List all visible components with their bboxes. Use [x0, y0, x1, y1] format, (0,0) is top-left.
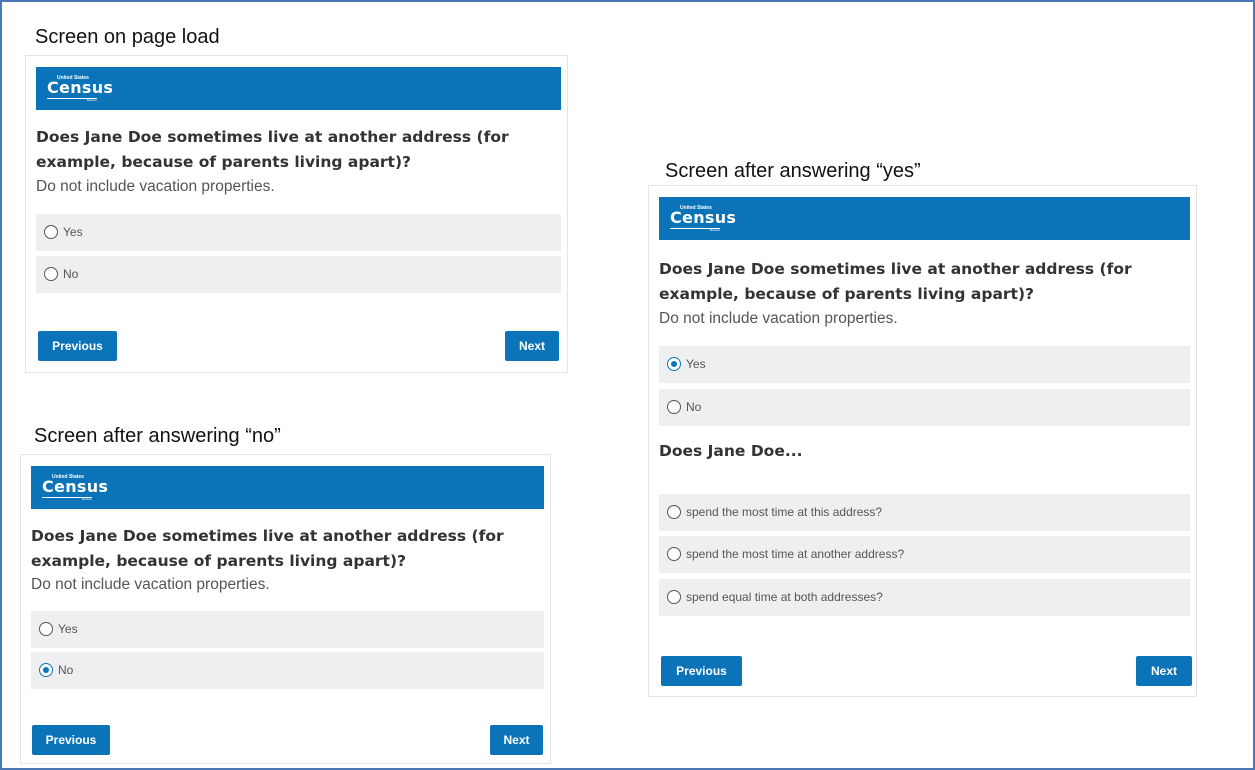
radio-yes-selected[interactable]	[667, 357, 681, 371]
hint-text: Do not include vacation properties.	[36, 178, 275, 195]
hint-text: Do not include vacation properties.	[659, 310, 898, 327]
radio-yes[interactable]	[39, 622, 53, 636]
followup-option-equal-time[interactable]: spend equal time at both addresses?	[659, 579, 1190, 616]
panel-answer-no: United States Census Bureau Does Jane Do…	[20, 454, 551, 764]
option-yes[interactable]: Yes	[31, 611, 544, 648]
next-button[interactable]: Next	[505, 331, 559, 361]
option-yes[interactable]: Yes	[659, 346, 1190, 383]
question-text: Does Jane Doe sometimes live at another …	[36, 128, 509, 171]
panel-page-load: United States Census Bureau Does Jane Do…	[25, 55, 568, 373]
followup-question: Does Jane Doe...	[659, 442, 803, 460]
option-no[interactable]: No	[659, 389, 1190, 426]
followup-option-label: spend equal time at both addresses?	[686, 590, 883, 604]
previous-button[interactable]: Previous	[32, 725, 110, 755]
caption-answer-yes: Screen after answering “yes”	[665, 160, 921, 182]
radio-no[interactable]	[44, 267, 58, 281]
logo-census: Census	[670, 208, 737, 227]
radio-no[interactable]	[667, 400, 681, 414]
logo-census: Census	[47, 78, 114, 97]
logo-bureau: Bureau	[82, 497, 92, 501]
option-no-label: No	[63, 267, 79, 281]
option-yes-label: Yes	[58, 622, 78, 636]
option-no[interactable]: No	[36, 256, 561, 293]
census-header: United States Census Bureau	[659, 197, 1190, 240]
question-text: Does Jane Doe sometimes live at another …	[31, 527, 504, 570]
next-button[interactable]: Next	[490, 725, 543, 755]
logo-census: Census	[42, 477, 109, 496]
option-no[interactable]: No	[31, 652, 544, 689]
radio-no-selected[interactable]	[39, 663, 53, 677]
followup-option-another-address[interactable]: spend the most time at another address?	[659, 536, 1190, 573]
census-header: United States Census Bureau	[36, 67, 561, 110]
option-no-label: No	[58, 663, 74, 677]
option-yes-label: Yes	[63, 225, 83, 239]
panel-answer-yes: United States Census Bureau Does Jane Do…	[648, 185, 1197, 697]
logo-bureau: Bureau	[710, 228, 720, 232]
census-logo: United States Census Bureau	[42, 472, 108, 502]
census-logo: United States Census Bureau	[47, 73, 113, 103]
radio-equal-time[interactable]	[667, 590, 681, 604]
radio-yes[interactable]	[44, 225, 58, 239]
previous-button[interactable]: Previous	[38, 331, 117, 361]
next-button[interactable]: Next	[1136, 656, 1192, 686]
question-text: Does Jane Doe sometimes live at another …	[659, 260, 1132, 303]
option-yes[interactable]: Yes	[36, 214, 561, 251]
census-header: United States Census Bureau	[31, 466, 544, 509]
caption-page-load: Screen on page load	[35, 26, 220, 48]
radio-this-address[interactable]	[667, 505, 681, 519]
logo-bureau: Bureau	[87, 98, 97, 102]
followup-option-label: spend the most time at another address?	[686, 547, 905, 561]
hint-text: Do not include vacation properties.	[31, 576, 270, 593]
census-logo: United States Census Bureau	[670, 203, 736, 233]
previous-button[interactable]: Previous	[661, 656, 742, 686]
option-yes-label: Yes	[686, 357, 706, 371]
followup-option-label: spend the most time at this address?	[686, 505, 883, 519]
radio-another-address[interactable]	[667, 547, 681, 561]
caption-answer-no: Screen after answering “no”	[34, 425, 281, 447]
followup-option-this-address[interactable]: spend the most time at this address?	[659, 494, 1190, 531]
option-no-label: No	[686, 400, 702, 414]
